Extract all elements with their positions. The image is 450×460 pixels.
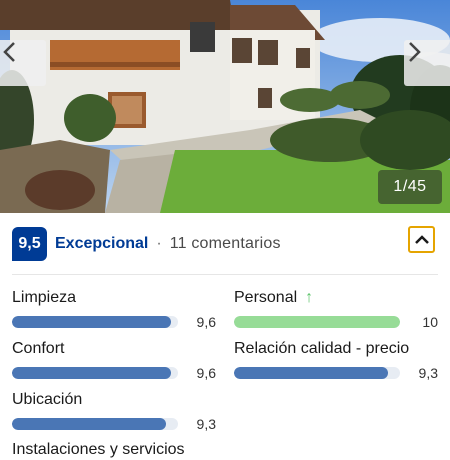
category-value: 9,3 <box>418 365 438 381</box>
previous-photo-button[interactable] <box>0 40 46 86</box>
rating-bar-fill <box>234 367 389 379</box>
photo-gallery[interactable]: 1/45 <box>0 0 450 213</box>
category-calidad-precio: Relación calidad - precio 9,3 <box>234 339 438 381</box>
chevron-up-icon <box>414 234 429 244</box>
score-badge: 9,5 <box>12 227 47 261</box>
rating-bar-fill <box>12 418 167 430</box>
chevron-left-icon <box>3 42 15 62</box>
chevron-right-icon <box>409 42 421 62</box>
separator: · <box>156 235 162 252</box>
arrow-up-icon: ↑ <box>305 289 314 306</box>
rating-bar <box>234 316 400 328</box>
rating-bar <box>12 418 178 430</box>
rating-bar <box>12 316 178 328</box>
category-value: 9,6 <box>196 365 216 381</box>
category-personal: Personal ↑ 10 <box>234 288 438 330</box>
category-limpieza: Limpieza 9,6 <box>12 288 216 330</box>
category-value: 9,3 <box>196 416 216 432</box>
category-label: Ubicación <box>12 391 83 408</box>
score-word: Excepcional <box>55 235 149 252</box>
category-label: Limpieza <box>12 289 77 306</box>
rating-bar <box>12 367 178 379</box>
photo-counter: 1/45 <box>378 170 442 204</box>
rating-bar-fill <box>12 316 172 328</box>
category-label: Personal <box>234 289 298 306</box>
collapse-button[interactable] <box>408 226 435 253</box>
next-photo-button[interactable] <box>404 40 450 86</box>
category-label: Confort <box>12 340 65 357</box>
category-ubicacion: Ubicación 9,3 <box>12 390 216 432</box>
category-confort: Confort 9,6 <box>12 339 216 381</box>
rating-bar <box>234 367 400 379</box>
category-instalaciones: Instalaciones y servicios <box>12 440 312 460</box>
review-summary: 9,5 Excepcional · 11 comentarios <box>12 226 442 262</box>
rating-bar-fill <box>12 367 172 379</box>
reviews-count[interactable]: 11 comentarios <box>170 235 281 253</box>
category-label: Instalaciones y servicios <box>12 441 185 458</box>
category-label: Relación calidad - precio <box>234 340 410 357</box>
divider <box>12 274 438 275</box>
category-value: 10 <box>422 314 438 330</box>
rating-bar-fill <box>234 316 400 328</box>
category-value: 9,6 <box>196 314 216 330</box>
